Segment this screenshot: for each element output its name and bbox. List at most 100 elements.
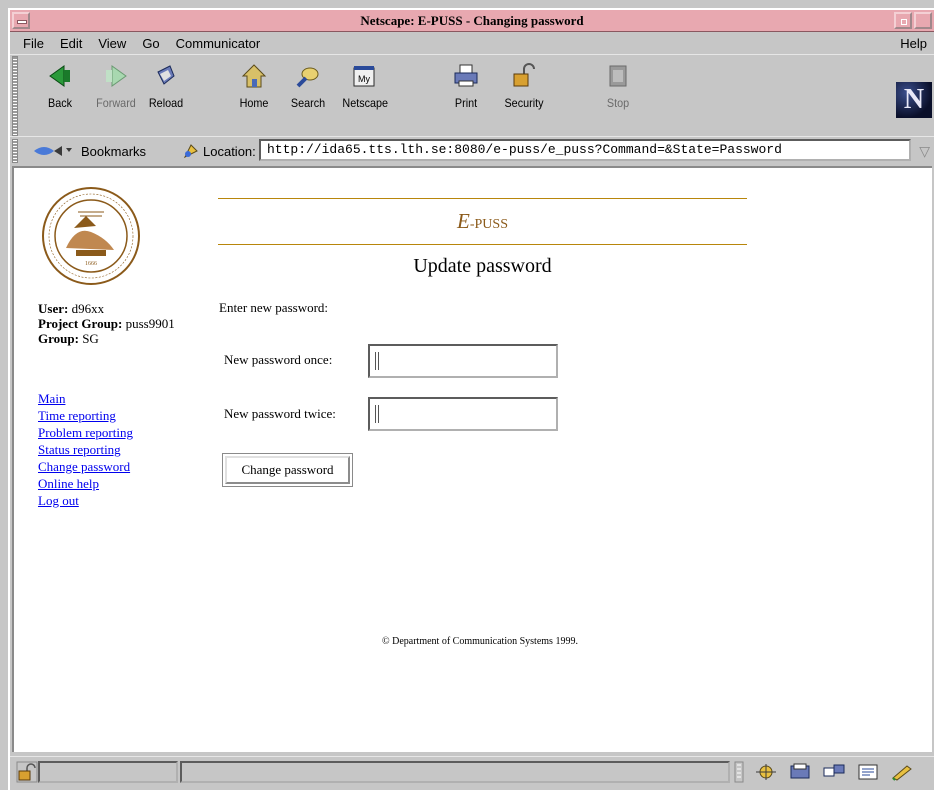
- component-bar: [734, 761, 914, 783]
- home-icon: [241, 64, 267, 88]
- university-seal-logo: 1666: [42, 187, 140, 285]
- password-once-field[interactable]: [368, 344, 558, 378]
- status-message-box: [180, 761, 730, 783]
- search-label: Search: [290, 96, 326, 110]
- reload-button[interactable]: Reload: [142, 56, 190, 136]
- home-label: Home: [239, 96, 269, 110]
- menu-go[interactable]: Go: [142, 36, 159, 51]
- bookmarks-icon[interactable]: [32, 143, 76, 159]
- password-twice-label: New password twice:: [224, 406, 336, 421]
- nav-link-time-reporting[interactable]: Time reporting: [38, 407, 133, 424]
- group-value: SG: [82, 331, 99, 346]
- print-label: Print: [454, 96, 478, 110]
- url-field[interactable]: http://ida65.tts.lth.se:8080/e-puss/e_pu…: [259, 139, 911, 161]
- menu-view[interactable]: View: [98, 36, 126, 51]
- forward-arrow-icon: [106, 65, 127, 87]
- user-line: User: d96xx: [38, 301, 175, 316]
- nav-link-change-password[interactable]: Change password: [38, 458, 133, 475]
- user-info: User: d96xx Project Group: puss9901 Grou…: [38, 301, 175, 346]
- home-button[interactable]: Home: [230, 56, 278, 136]
- stop-button[interactable]: Stop: [594, 56, 642, 136]
- copyright-footer: © Department of Communication Systems 19…: [382, 636, 578, 647]
- header-divider-top: [218, 198, 747, 199]
- discussion-groups-icon[interactable]: [822, 763, 846, 781]
- progress-box: [38, 761, 178, 783]
- location-icon[interactable]: [182, 142, 200, 160]
- back-arrow-icon: [49, 65, 70, 87]
- nav-link-online-help[interactable]: Online help: [38, 475, 133, 492]
- sidebar-nav: Main Time reporting Problem reporting St…: [38, 390, 133, 509]
- toolbar-grip[interactable]: [12, 56, 18, 136]
- search-icon: [296, 67, 319, 88]
- my-netscape-icon: My: [353, 66, 375, 87]
- print-button[interactable]: Print: [442, 56, 490, 136]
- netscape-button[interactable]: My Netscape: [340, 56, 388, 136]
- reload-icon: [157, 65, 175, 85]
- edit-pencil-icon[interactable]: [890, 763, 914, 781]
- menu-help[interactable]: Help: [900, 36, 927, 51]
- location-toolbar: Bookmarks Location: http://ida65.tts.lth…: [10, 136, 934, 164]
- text-cursor-icon: [375, 352, 379, 370]
- maximize-button[interactable]: [914, 12, 932, 29]
- menu-file[interactable]: File: [23, 36, 44, 51]
- submit-frame: Change password: [222, 453, 353, 487]
- svg-text:1666: 1666: [85, 261, 97, 267]
- header-divider-bottom: [218, 244, 747, 245]
- location-label: Location:: [203, 144, 256, 159]
- composer-icon[interactable]: [856, 763, 880, 781]
- project-group-value: puss9901: [125, 316, 175, 331]
- netscape-label: Netscape: [342, 96, 389, 110]
- component-bar-grip-icon[interactable]: [734, 761, 744, 783]
- change-password-button[interactable]: Change password: [225, 456, 350, 484]
- menu-edit[interactable]: Edit: [60, 36, 82, 51]
- navigation-toolbar: Back Forward Reload Home Search My Netsc…: [10, 56, 934, 136]
- stop-label: Stop: [606, 96, 630, 110]
- brand-letter: E: [457, 209, 470, 233]
- menu-communicator[interactable]: Communicator: [176, 36, 261, 51]
- reload-label: Reload: [148, 96, 184, 110]
- brand-suffix: -PUSS: [469, 217, 508, 232]
- window-menu-button[interactable]: [12, 12, 30, 29]
- stop-icon: [609, 65, 627, 87]
- brand-title: E-PUSS: [218, 209, 747, 234]
- group-label: Group:: [38, 331, 79, 346]
- project-group-line: Project Group: puss9901: [38, 316, 175, 331]
- project-group-label: Project Group:: [38, 316, 123, 331]
- window-title: Netscape: E-PUSS - Changing password: [360, 12, 584, 28]
- password-once-label: New password once:: [224, 352, 333, 367]
- chevron-down-icon[interactable]: ▽: [919, 143, 930, 160]
- forward-button[interactable]: Forward: [92, 56, 140, 136]
- user-value: d96xx: [71, 301, 105, 316]
- page-title: Update password: [413, 255, 552, 277]
- nav-link-problem-reporting[interactable]: Problem reporting: [38, 424, 133, 441]
- nav-link-main[interactable]: Main: [38, 390, 133, 407]
- group-line: Group: SG: [38, 331, 175, 346]
- printer-icon: [454, 64, 478, 87]
- security-label: Security: [504, 96, 544, 110]
- forward-label: Forward: [96, 96, 136, 110]
- minimize-button[interactable]: [894, 12, 912, 29]
- form-prompt: Enter new password:: [219, 300, 329, 315]
- browser-window: Netscape: E-PUSS - Changing password Fil…: [8, 8, 934, 790]
- password-twice-field[interactable]: [368, 397, 558, 431]
- svg-text:My: My: [358, 74, 370, 84]
- user-label: User:: [38, 301, 69, 316]
- status-bar: [10, 756, 934, 786]
- text-cursor-icon: [375, 405, 379, 423]
- padlock-icon: [513, 63, 535, 87]
- nav-link-log-out[interactable]: Log out: [38, 492, 133, 509]
- search-button[interactable]: Search: [284, 56, 332, 136]
- mail-icon[interactable]: [788, 763, 812, 781]
- security-lock-icon[interactable]: [16, 761, 38, 783]
- page-content: 1666 User: d96xx Project Group: puss9901…: [12, 166, 932, 752]
- security-button[interactable]: Security: [500, 56, 548, 136]
- location-grip[interactable]: [12, 139, 18, 163]
- netscape-logo[interactable]: N: [896, 82, 932, 118]
- menu-bar: File Edit View Go Communicator Help: [10, 33, 934, 55]
- navigator-icon[interactable]: [754, 763, 778, 781]
- title-bar[interactable]: Netscape: E-PUSS - Changing password: [10, 10, 934, 32]
- bookmarks-label[interactable]: Bookmarks: [81, 144, 146, 159]
- nav-link-status-reporting[interactable]: Status reporting: [38, 441, 133, 458]
- back-button[interactable]: Back: [36, 56, 84, 136]
- back-label: Back: [47, 96, 73, 110]
